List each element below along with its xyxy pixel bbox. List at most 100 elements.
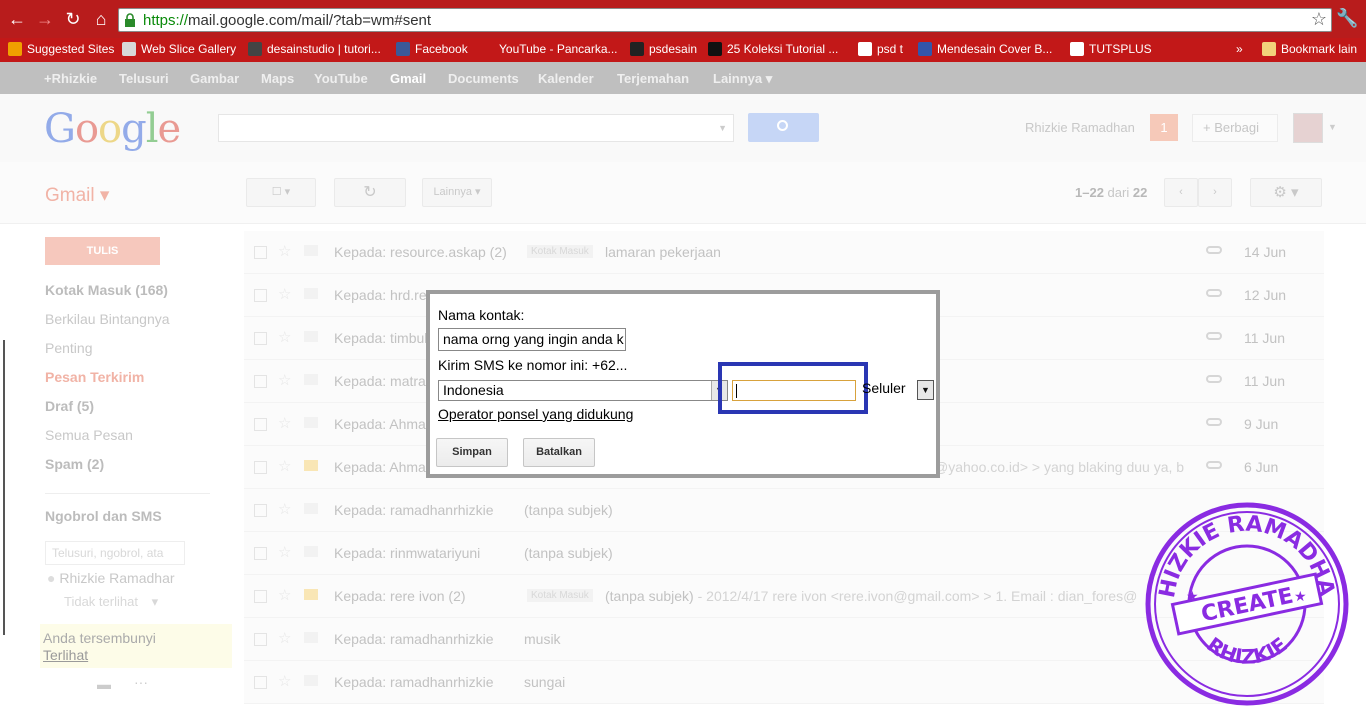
gbar-item[interactable]: YouTube — [314, 71, 368, 86]
gbar-item[interactable]: Gmail — [390, 71, 426, 86]
more-options-icon[interactable]: ··· — [134, 674, 148, 690]
next-page-button[interactable]: › — [1198, 178, 1232, 207]
more-button[interactable]: Lainnya ▾ — [422, 178, 492, 207]
bookmark-item[interactable]: psd t — [858, 42, 903, 56]
sidebar-item[interactable]: Kotak Masuk (168) — [45, 282, 168, 298]
avatar[interactable] — [1293, 113, 1323, 143]
folder-icon[interactable] — [304, 589, 318, 600]
row-checkbox[interactable] — [254, 633, 267, 646]
chat-user[interactable]: ● Rhizkie Ramadhar — [47, 570, 175, 586]
search-options-icon[interactable]: ▼ — [718, 123, 727, 133]
bookmark-item[interactable]: YouTube - Pancarka... — [480, 42, 618, 56]
star-icon[interactable]: ☆ — [278, 586, 291, 604]
star-icon[interactable]: ☆ — [278, 629, 291, 647]
user-name[interactable]: Rhizkie Ramadhan — [1025, 120, 1135, 135]
star-icon[interactable]: ☆ — [278, 242, 291, 260]
refresh-button[interactable]: ↻ — [334, 178, 406, 207]
star-icon[interactable]: ☆ — [278, 543, 291, 561]
bookmark-item[interactable]: Facebook — [396, 42, 468, 56]
gbar-item[interactable]: Kalender — [538, 71, 594, 86]
phone-type-select[interactable]: Seluler ▼ — [862, 380, 934, 401]
prev-page-button[interactable]: ‹ — [1164, 178, 1198, 207]
forward-icon[interactable]: → — [34, 8, 56, 30]
gbar-item[interactable]: Terjemahan — [617, 71, 689, 86]
importance-marker-icon[interactable] — [304, 503, 318, 514]
gbar-item[interactable]: Gambar — [190, 71, 239, 86]
importance-marker-icon[interactable] — [304, 632, 318, 643]
star-icon[interactable]: ☆ — [278, 672, 291, 690]
importance-marker-icon[interactable] — [304, 245, 318, 256]
row-checkbox[interactable] — [254, 590, 267, 603]
wrench-icon[interactable]: 🔧 — [1336, 8, 1358, 30]
gmail-menu[interactable]: Gmail ▾ — [45, 184, 109, 207]
sidebar-item[interactable]: Berkilau Bintangnya — [45, 311, 170, 327]
search-button[interactable] — [748, 113, 819, 142]
chevron-down-icon[interactable]: ▼ — [1328, 122, 1337, 132]
bookmark-item[interactable]: Web Slice Gallery — [122, 42, 236, 56]
gbar-item[interactable]: Maps — [261, 71, 294, 86]
sidebar-item[interactable]: Spam (2) — [45, 456, 104, 472]
star-icon[interactable]: ☆ — [278, 414, 291, 432]
bookmark-item[interactable]: Suggested Sites — [8, 42, 114, 56]
search-input[interactable]: ▼ — [218, 114, 734, 142]
address-bar[interactable]: https://mail.google.com/mail/?tab=wm#sen… — [118, 8, 1332, 32]
star-icon[interactable]: ☆ — [278, 328, 291, 346]
chat-search-input[interactable]: Telusuri, ngobrol, ata — [45, 541, 185, 565]
gbar-item[interactable]: Lainnya ▾ — [713, 71, 772, 87]
row-checkbox[interactable] — [254, 289, 267, 302]
cancel-button[interactable]: Batalkan — [523, 438, 595, 467]
email-label-tag[interactable]: Kotak Masuk — [527, 589, 593, 602]
back-icon[interactable]: ← — [6, 8, 28, 30]
save-button[interactable]: Simpan — [436, 438, 508, 467]
gbar-item[interactable]: +Rhizkie — [44, 71, 97, 86]
chat-bubble-icon[interactable]: ▬ — [97, 676, 111, 692]
folder-icon[interactable] — [304, 460, 318, 471]
sidebar-item[interactable]: Penting — [45, 340, 92, 356]
supported-operators-link[interactable]: Operator ponsel yang didukung — [438, 406, 633, 422]
chevron-down-icon[interactable]: ▼ — [917, 380, 934, 400]
bookmark-item[interactable]: 25 Koleksi Tutorial ... — [708, 42, 838, 56]
row-checkbox[interactable] — [254, 461, 267, 474]
star-icon[interactable]: ☆ — [278, 457, 291, 475]
sidebar-item[interactable]: Draf (5) — [45, 398, 94, 414]
country-select[interactable]: Indonesia ▼ — [438, 380, 728, 401]
row-checkbox[interactable] — [254, 375, 267, 388]
row-checkbox[interactable] — [254, 504, 267, 517]
importance-marker-icon[interactable] — [304, 288, 318, 299]
importance-marker-icon[interactable] — [304, 546, 318, 557]
bookmark-item[interactable]: psdesain — [630, 42, 697, 56]
other-bookmarks[interactable]: Bookmark lain — [1262, 42, 1357, 56]
share-button[interactable]: + Berbagi — [1192, 114, 1278, 142]
chat-status-select[interactable]: Tidak terlihat ▾ — [64, 594, 158, 610]
importance-marker-icon[interactable] — [304, 675, 318, 686]
row-checkbox[interactable] — [254, 332, 267, 345]
email-label-tag[interactable]: Kotak Masuk — [527, 245, 593, 258]
home-icon[interactable]: ⌂ — [90, 8, 112, 30]
row-checkbox[interactable] — [254, 418, 267, 431]
compose-button[interactable]: TULIS — [45, 237, 160, 265]
importance-marker-icon[interactable] — [304, 331, 318, 342]
contact-name-field[interactable]: nama orng yang ingin anda k — [438, 328, 626, 351]
google-logo[interactable]: Google — [44, 106, 181, 152]
bookmark-item[interactable]: desainstudio | tutori... — [248, 42, 381, 56]
star-icon[interactable]: ☆ — [278, 500, 291, 518]
row-checkbox[interactable] — [254, 246, 267, 259]
gbar-item[interactable]: Documents — [448, 71, 519, 86]
star-icon[interactable]: ☆ — [278, 285, 291, 303]
settings-gear-icon[interactable]: ⚙ ▾ — [1250, 178, 1322, 207]
importance-marker-icon[interactable] — [304, 417, 318, 428]
row-checkbox[interactable] — [254, 547, 267, 560]
star-icon[interactable]: ☆ — [278, 371, 291, 389]
bookmark-item[interactable]: TUTSPLUS — [1070, 42, 1152, 56]
notification-badge[interactable]: 1 — [1150, 114, 1178, 141]
bookmarks-overflow-icon[interactable]: » — [1236, 42, 1243, 56]
sidebar-item[interactable]: Pesan Terkirim — [45, 369, 144, 385]
gbar-item[interactable]: Telusuri — [119, 71, 169, 86]
email-row[interactable]: ☆ Kepada: resource.askap (2) Kotak Masuk la… — [244, 231, 1324, 274]
reload-icon[interactable]: ↻ — [62, 8, 84, 30]
row-checkbox[interactable] — [254, 676, 267, 689]
importance-marker-icon[interactable] — [304, 374, 318, 385]
bookmark-star-icon[interactable]: ☆ — [1311, 9, 1327, 30]
select-checkbox[interactable]: ☐ ▾ — [246, 178, 316, 207]
sidebar-item[interactable]: Semua Pesan — [45, 427, 133, 443]
